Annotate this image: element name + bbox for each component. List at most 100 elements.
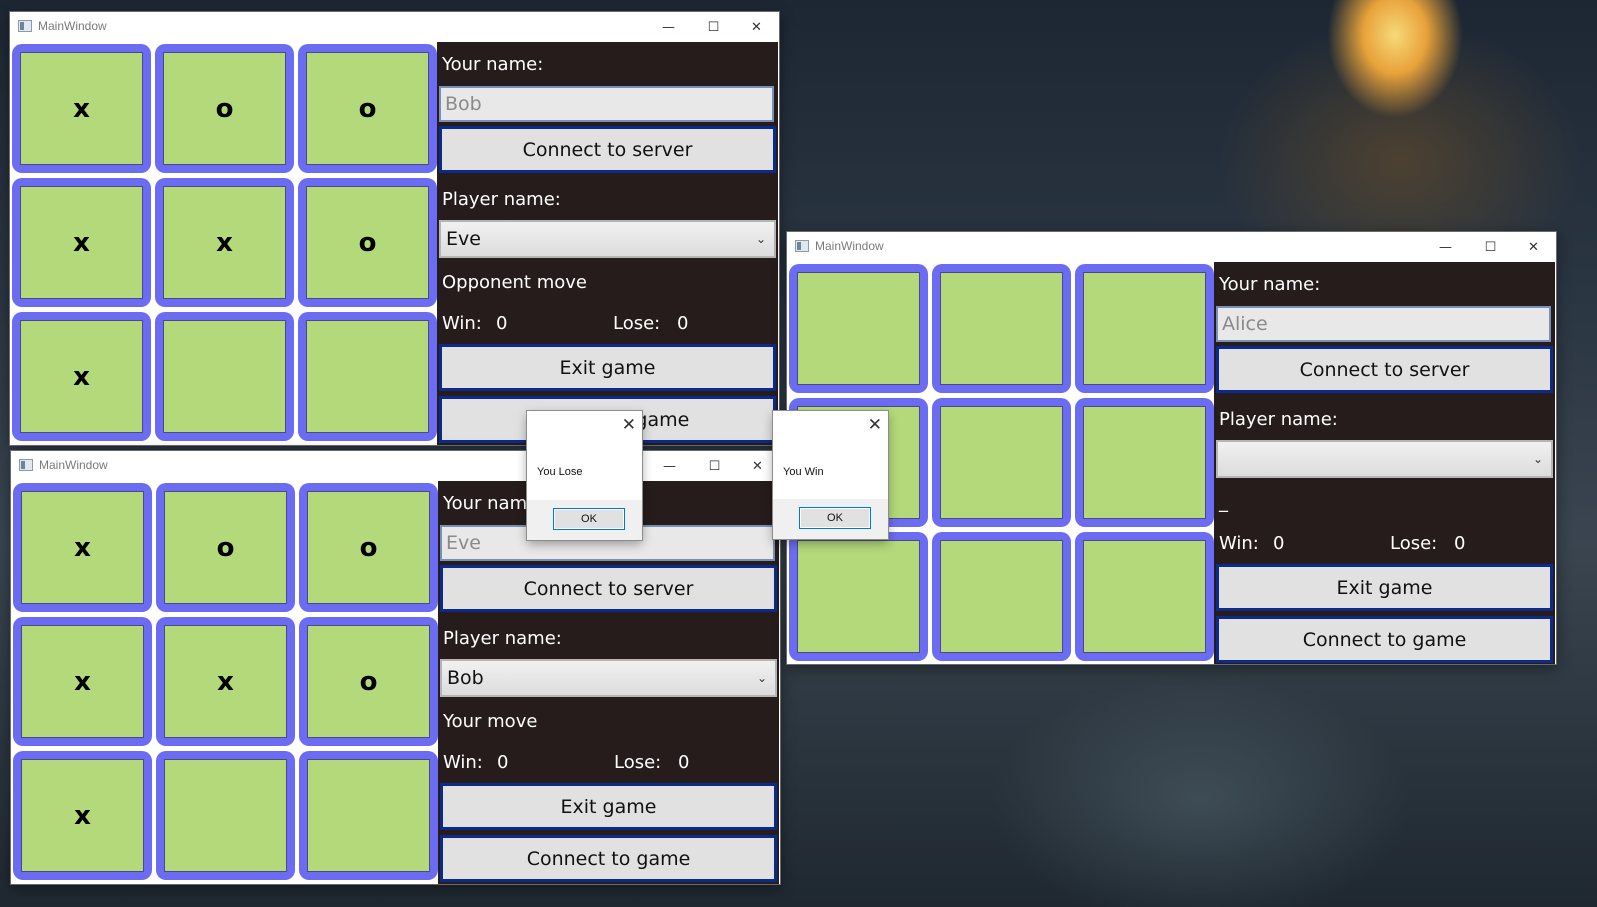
win-label: Win:: [1219, 533, 1259, 554]
minimize-icon[interactable]: —: [1423, 232, 1468, 262]
board-cell[interactable]: [299, 751, 438, 880]
board-cell[interactable]: [155, 312, 294, 441]
board-cell[interactable]: [789, 264, 928, 393]
board-cell-mark: o: [163, 52, 286, 165]
board-cell-mark: [307, 759, 430, 872]
maximize-icon[interactable]: ☐: [1468, 232, 1513, 262]
board-cell[interactable]: [1075, 532, 1214, 661]
board-cell[interactable]: [932, 532, 1071, 661]
connect-to-server-button[interactable]: Connect to server: [1216, 346, 1553, 393]
board-cell[interactable]: x: [12, 312, 151, 441]
lose-label: Lose:: [1390, 533, 1438, 554]
win-label: Win:: [442, 313, 482, 334]
minimize-icon[interactable]: —: [647, 451, 692, 481]
board-cell[interactable]: o: [155, 44, 294, 173]
board-cell[interactable]: o: [156, 483, 295, 612]
board-cell-mark: o: [306, 186, 429, 299]
board-cell[interactable]: o: [299, 483, 438, 612]
ok-button[interactable]: OK: [553, 508, 625, 530]
maximize-icon[interactable]: ☐: [692, 451, 737, 481]
dialog-message: You Lose: [537, 466, 583, 478]
board-cell-mark: [1083, 272, 1206, 385]
app-window-icon: [19, 459, 33, 471]
board-cell-mark: [1083, 406, 1206, 519]
player-name-label: Player name:: [443, 628, 562, 649]
player-name-label: Player name:: [1219, 409, 1338, 430]
board-cell[interactable]: x: [12, 44, 151, 173]
player-name-select[interactable]: Eve ⌄: [439, 220, 776, 258]
app-window-icon: [795, 240, 809, 252]
board-cell[interactable]: x: [13, 617, 152, 746]
connect-to-game-button[interactable]: Connect to game: [1216, 616, 1553, 663]
connect-to-game-button[interactable]: Connect to game: [440, 835, 777, 882]
your-name-field[interactable]: Alice: [1216, 306, 1551, 342]
window-client: x o o x x o x Your name: Bob Connect to …: [10, 42, 779, 445]
ok-button[interactable]: OK: [799, 507, 871, 529]
close-icon[interactable]: ✕: [868, 415, 882, 435]
board-cell[interactable]: [1075, 398, 1214, 527]
dialog-footer: OK: [773, 499, 888, 539]
player-name-select[interactable]: ⌄: [1216, 440, 1553, 478]
chevron-down-icon: ⌄: [756, 671, 767, 685]
player-name-label: Player name:: [442, 189, 561, 210]
board-cell[interactable]: [789, 532, 928, 661]
chevron-down-icon: ⌄: [1532, 452, 1543, 466]
window-client: Your name: Alice Connect to server Playe…: [787, 262, 1556, 664]
title-bar[interactable]: MainWindow — ☐ ✕: [787, 232, 1556, 262]
board-cell-mark: [306, 320, 429, 433]
board-cell-mark: x: [20, 320, 143, 433]
board-cell[interactable]: o: [298, 44, 437, 173]
lose-label: Lose:: [613, 313, 661, 334]
minimize-icon[interactable]: —: [646, 12, 691, 42]
your-name-label: Your name:: [1219, 274, 1321, 295]
title-bar[interactable]: MainWindow — ☐ ✕: [11, 451, 780, 481]
player-name-select[interactable]: Bob ⌄: [440, 659, 777, 697]
board-cell-mark: x: [20, 52, 143, 165]
board-cell[interactable]: [298, 312, 437, 441]
board-cell[interactable]: x: [156, 617, 295, 746]
close-icon[interactable]: ✕: [622, 415, 636, 435]
game-status: _: [1219, 492, 1228, 513]
win-count: 0: [497, 752, 509, 773]
your-name-label: Your name:: [442, 54, 544, 75]
board-cell[interactable]: o: [298, 178, 437, 307]
connect-to-server-button[interactable]: Connect to server: [439, 126, 776, 173]
exit-game-button[interactable]: Exit game: [440, 783, 777, 830]
board-cell[interactable]: x: [13, 483, 152, 612]
close-icon[interactable]: ✕: [734, 12, 779, 42]
exit-game-button[interactable]: Exit game: [439, 344, 776, 391]
board-cell-mark: x: [21, 491, 144, 604]
window-title: MainWindow: [38, 19, 107, 33]
win-count: 0: [1273, 533, 1285, 554]
window-title: MainWindow: [39, 458, 108, 472]
win-label: Win:: [443, 752, 483, 773]
main-window-alice: MainWindow — ☐ ✕ Your name: Alice Connec…: [787, 232, 1556, 664]
lose-count: 0: [1454, 533, 1466, 554]
board-cell[interactable]: x: [12, 178, 151, 307]
board-cell[interactable]: [156, 751, 295, 880]
lose-count: 0: [678, 752, 690, 773]
board-cell[interactable]: x: [13, 751, 152, 880]
board-cell[interactable]: [932, 264, 1071, 393]
close-icon[interactable]: ✕: [1511, 232, 1556, 262]
board-cell-mark: [164, 759, 287, 872]
board-cell[interactable]: [1075, 264, 1214, 393]
board-cell-mark: x: [21, 759, 144, 872]
title-bar[interactable]: MainWindow — ☐ ✕: [10, 12, 779, 42]
maximize-icon[interactable]: ☐: [691, 12, 736, 42]
board-cell[interactable]: o: [299, 617, 438, 746]
board-cell-mark: x: [20, 186, 143, 299]
board-cell-mark: [1083, 540, 1206, 653]
board-cell-mark: [797, 540, 920, 653]
board-cell[interactable]: [932, 398, 1071, 527]
board-cell[interactable]: x: [155, 178, 294, 307]
your-name-field[interactable]: Bob: [439, 86, 774, 122]
board-cell-mark: o: [307, 491, 430, 604]
board-cell-mark: [797, 272, 920, 385]
dialog-footer: OK: [527, 500, 642, 540]
board-cell-mark: o: [164, 491, 287, 604]
you-win-dialog: ✕ You Win OK: [773, 411, 888, 539]
exit-game-button[interactable]: Exit game: [1216, 564, 1553, 611]
board-cell-mark: x: [163, 186, 286, 299]
connect-to-server-button[interactable]: Connect to server: [440, 565, 777, 612]
